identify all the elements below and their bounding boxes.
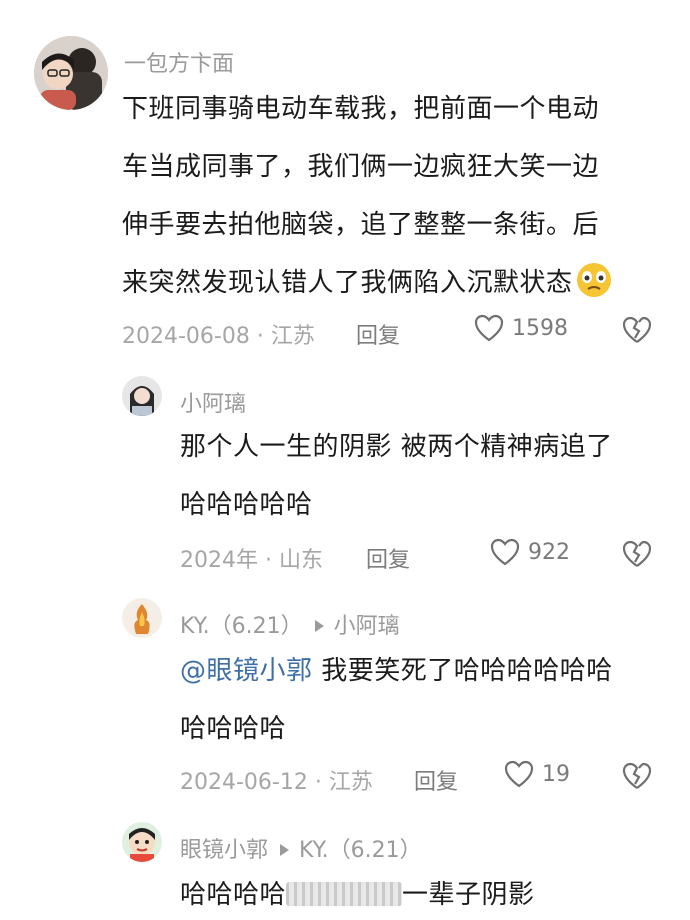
comment-line: 下班同事骑电动车载我，把前面一个电动 [122, 94, 600, 124]
reply-button[interactable]: 回复 [414, 764, 458, 796]
comment-text: 哈哈哈哈 一辈子阴影 [180, 866, 660, 920]
comment-text: 那个人一生的阴影 被两个精神病追了 哈哈哈哈哈 [180, 418, 660, 534]
avatar-photo [122, 598, 162, 638]
comment-author[interactable]: 一包方卞面 [124, 46, 234, 78]
reply-arrow-icon [280, 844, 290, 856]
avatar[interactable] [122, 598, 162, 638]
comment-date-location: 2024-06-12 · 江苏 [180, 770, 373, 795]
comment-author[interactable]: 小阿璃 [180, 386, 246, 418]
avatar-photo [34, 36, 108, 110]
heart-icon [490, 538, 520, 566]
comment-line: 哈哈哈哈 [180, 880, 287, 910]
comment-line: 一辈子阴影 [402, 880, 535, 910]
heart-icon [474, 314, 504, 342]
comment-author[interactable]: KY.（6.21） [180, 614, 303, 639]
comment-line: 来突然发现认错人了我俩陷入沉默状态 [122, 268, 573, 298]
reply-button[interactable]: 回复 [356, 318, 400, 350]
dislike-broken-heart-icon[interactable] [622, 762, 652, 790]
heart-icon [504, 760, 534, 788]
comment-line: 哈哈哈哈 [180, 714, 287, 744]
comment-author[interactable]: 眼镜小郭 [180, 838, 268, 863]
comment-line: 伸手要去拍他脑袋，追了整整一条街。后 [122, 210, 600, 240]
comment-author: 眼镜小郭 KY.（6.21） [180, 832, 422, 864]
like-button[interactable]: 922 [490, 538, 570, 566]
comment-text: 下班同事骑电动车载我，把前面一个电动 车当成同事了，我们俩一边疯狂大笑一边 伸手… [122, 80, 662, 312]
comment-text: @眼镜小郭 我要笑死了哈哈哈哈哈哈 哈哈哈哈 [180, 642, 660, 758]
comment-author: KY.（6.21） 小阿璃 [180, 608, 400, 640]
like-count: 1598 [512, 315, 568, 341]
comment-line: 哈哈哈哈哈 [180, 490, 313, 520]
avatar[interactable] [122, 376, 162, 416]
reply-button[interactable]: 回复 [366, 542, 410, 574]
avatar[interactable] [34, 36, 108, 110]
like-button[interactable]: 19 [504, 760, 570, 788]
comment-line: 我要笑死了哈哈哈哈哈哈 [321, 656, 613, 686]
comment-date-location: 2024年 · 山东 [180, 548, 323, 573]
avatar-photo [122, 822, 162, 862]
reply-to-name[interactable]: KY.（6.21） [299, 838, 422, 863]
avatar[interactable] [122, 822, 162, 862]
like-count: 922 [528, 539, 570, 565]
like-count: 19 [542, 761, 570, 787]
avatar-photo [122, 376, 162, 416]
comment-line: 车当成同事了，我们俩一边疯狂大笑一边 [122, 152, 600, 182]
like-button[interactable]: 1598 [474, 314, 568, 342]
worried-face-emoji-icon [576, 263, 611, 297]
reply-arrow-icon [314, 620, 324, 632]
comment-date-location: 2024-06-08 · 江苏 [122, 324, 315, 349]
mention-link[interactable]: @眼镜小郭 [180, 656, 313, 686]
reply-to-name[interactable]: 小阿璃 [334, 614, 400, 639]
dislike-broken-heart-icon[interactable] [622, 316, 652, 344]
comment-line: 那个人一生的阴影 被两个精神病追了 [180, 432, 613, 462]
dislike-broken-heart-icon[interactable] [622, 540, 652, 568]
censored-text-mask [286, 882, 403, 906]
